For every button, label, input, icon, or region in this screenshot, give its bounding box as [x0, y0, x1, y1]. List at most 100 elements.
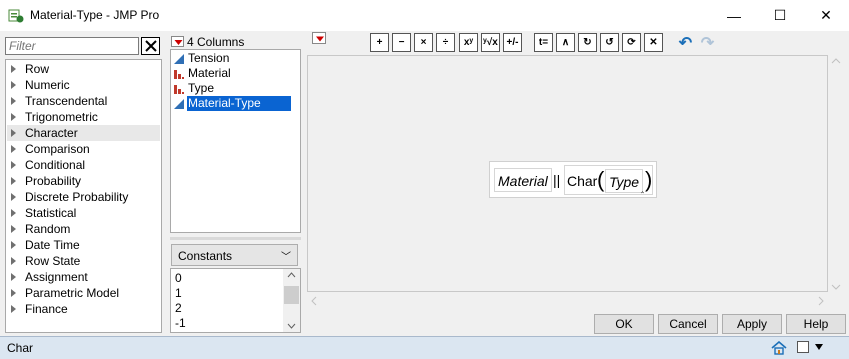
minus-button[interactable]: − [392, 33, 411, 52]
function-category-item[interactable]: Assignment [7, 269, 160, 285]
constants-scrollbar[interactable] [283, 269, 300, 332]
splitter-horizontal[interactable] [170, 237, 301, 240]
expand-triangle-icon [11, 145, 16, 153]
x-icon [144, 40, 157, 52]
function-category-item[interactable]: Probability [7, 173, 160, 189]
expand-triangle-icon [11, 177, 16, 185]
window-list-checkbox[interactable] [797, 341, 809, 353]
power-button[interactable]: xʸ [459, 33, 478, 52]
function-category-label: Trigonometric [25, 110, 98, 124]
constant-item[interactable]: -1 [175, 316, 186, 330]
close-button[interactable]: ✕ [803, 0, 849, 31]
constant-item[interactable]: 1 [175, 286, 182, 300]
minimize-button[interactable]: — [711, 0, 757, 31]
expand-triangle-icon [11, 81, 16, 89]
expand-triangle-icon [11, 273, 16, 281]
delete-button[interactable]: ✕ [644, 33, 663, 52]
formula-expression[interactable]: Material || Char ( Type ‸ ) [489, 161, 657, 198]
undo-arrow-button[interactable]: ↻ [578, 33, 597, 52]
expand-triangle-icon [11, 65, 16, 73]
function-category-label: Statistical [25, 206, 77, 220]
function-category-item[interactable]: Row [7, 61, 160, 77]
function-category-item[interactable]: Discrete Probability [7, 189, 160, 205]
function-category-label: Row [25, 62, 50, 76]
maximize-button[interactable]: ☐ [757, 0, 803, 31]
help-button[interactable]: Help [786, 314, 846, 334]
divide-button[interactable]: ÷ [436, 33, 455, 52]
function-category-label: Parametric Model [25, 286, 120, 300]
close-paren: ) [645, 167, 653, 192]
constants-dropdown[interactable]: Constants ﹀ [171, 244, 298, 266]
multiply-button[interactable]: × [414, 33, 433, 52]
redo-button[interactable]: ↷ [698, 33, 717, 52]
function-category-label: Random [25, 222, 71, 236]
function-category-item[interactable]: Character [7, 125, 160, 141]
function-category-label: Conditional [25, 158, 86, 172]
function-category-item[interactable]: Comparison [7, 141, 160, 157]
constant-item[interactable]: 0 [175, 271, 182, 285]
title-bar: Material-Type - JMP Pro — ☐ ✕ [0, 0, 849, 31]
continuous-column-icon [174, 99, 184, 109]
expand-triangle-icon [11, 241, 16, 249]
filter-input[interactable] [5, 37, 139, 55]
column-label: Tension [188, 51, 230, 65]
assign-button[interactable]: t= [534, 33, 553, 52]
undo-button[interactable]: ↶ [676, 33, 695, 52]
function-category-label: Transcendental [25, 94, 108, 108]
and-button[interactable]: ∧ [556, 33, 575, 52]
concat-operator[interactable]: || [553, 168, 560, 192]
ok-button[interactable]: OK [594, 314, 654, 334]
formula-menu-button[interactable] [312, 32, 326, 44]
function-category-item[interactable]: Statistical [7, 205, 160, 221]
column-label: Material [188, 66, 231, 80]
root-button[interactable]: ʸ√x [481, 33, 500, 52]
columns-menu-button[interactable] [171, 36, 184, 47]
red-triangle-icon [174, 40, 183, 45]
column-label: Type [188, 81, 215, 95]
function-category-item[interactable]: Transcendental [7, 93, 160, 109]
plus-minus-button[interactable]: +/- [503, 33, 522, 52]
expand-triangle-icon [11, 113, 16, 121]
function-category-item[interactable]: Random [7, 221, 160, 237]
function-category-item[interactable]: Row State [7, 253, 160, 269]
jmp-app-icon [8, 8, 24, 24]
plus-button[interactable]: + [370, 33, 389, 52]
home-icon[interactable] [771, 340, 787, 355]
window-title: Material-Type - JMP Pro [30, 8, 160, 22]
insert-caret[interactable]: ‸ [641, 183, 644, 194]
formula-term-material[interactable]: Material [494, 168, 552, 192]
function-category-label: Character [25, 126, 78, 140]
formula-argument-type[interactable]: Type [605, 169, 644, 193]
column-label: Material-Type [187, 96, 291, 111]
char-function-box[interactable]: Char ( Type ‸ ) [564, 165, 653, 195]
window-list-dropdown-icon[interactable] [815, 344, 823, 350]
function-category-label: Assignment [25, 270, 88, 284]
constant-item[interactable]: 2 [175, 301, 182, 315]
horizontal-scrollbar[interactable] [307, 293, 828, 309]
function-category-list: Row Numeric Transcendental Trigonometric Cha… [5, 59, 162, 333]
function-category-item[interactable]: Conditional [7, 157, 160, 173]
open-paren: ( [597, 167, 605, 192]
function-category-label: Row State [25, 254, 81, 268]
chevron-down-icon: ﹀ [281, 252, 291, 263]
function-name: Char [567, 173, 598, 189]
function-category-item[interactable]: Trigonometric [7, 109, 160, 125]
function-category-item[interactable]: Parametric Model [7, 285, 160, 301]
function-category-item[interactable]: Numeric [7, 77, 160, 93]
vertical-scrollbar[interactable] [828, 55, 844, 293]
status-bar: Char [0, 336, 849, 359]
expand-triangle-icon [11, 193, 16, 201]
expand-triangle-icon [11, 305, 16, 313]
splitter[interactable] [164, 33, 169, 335]
function-category-label: Comparison [25, 142, 90, 156]
expand-triangle-icon [11, 97, 16, 105]
refresh-button[interactable]: ⟳ [622, 33, 641, 52]
apply-button[interactable]: Apply [722, 314, 782, 334]
rotate-button[interactable]: ↺ [600, 33, 619, 52]
cancel-button[interactable]: Cancel [658, 314, 718, 334]
clear-filter-button[interactable] [141, 37, 160, 55]
red-triangle-icon [316, 36, 324, 42]
function-category-item[interactable]: Date Time [7, 237, 160, 253]
column-list: Tension Material Type Material-Type [170, 49, 301, 233]
function-category-item[interactable]: Finance [7, 301, 160, 317]
